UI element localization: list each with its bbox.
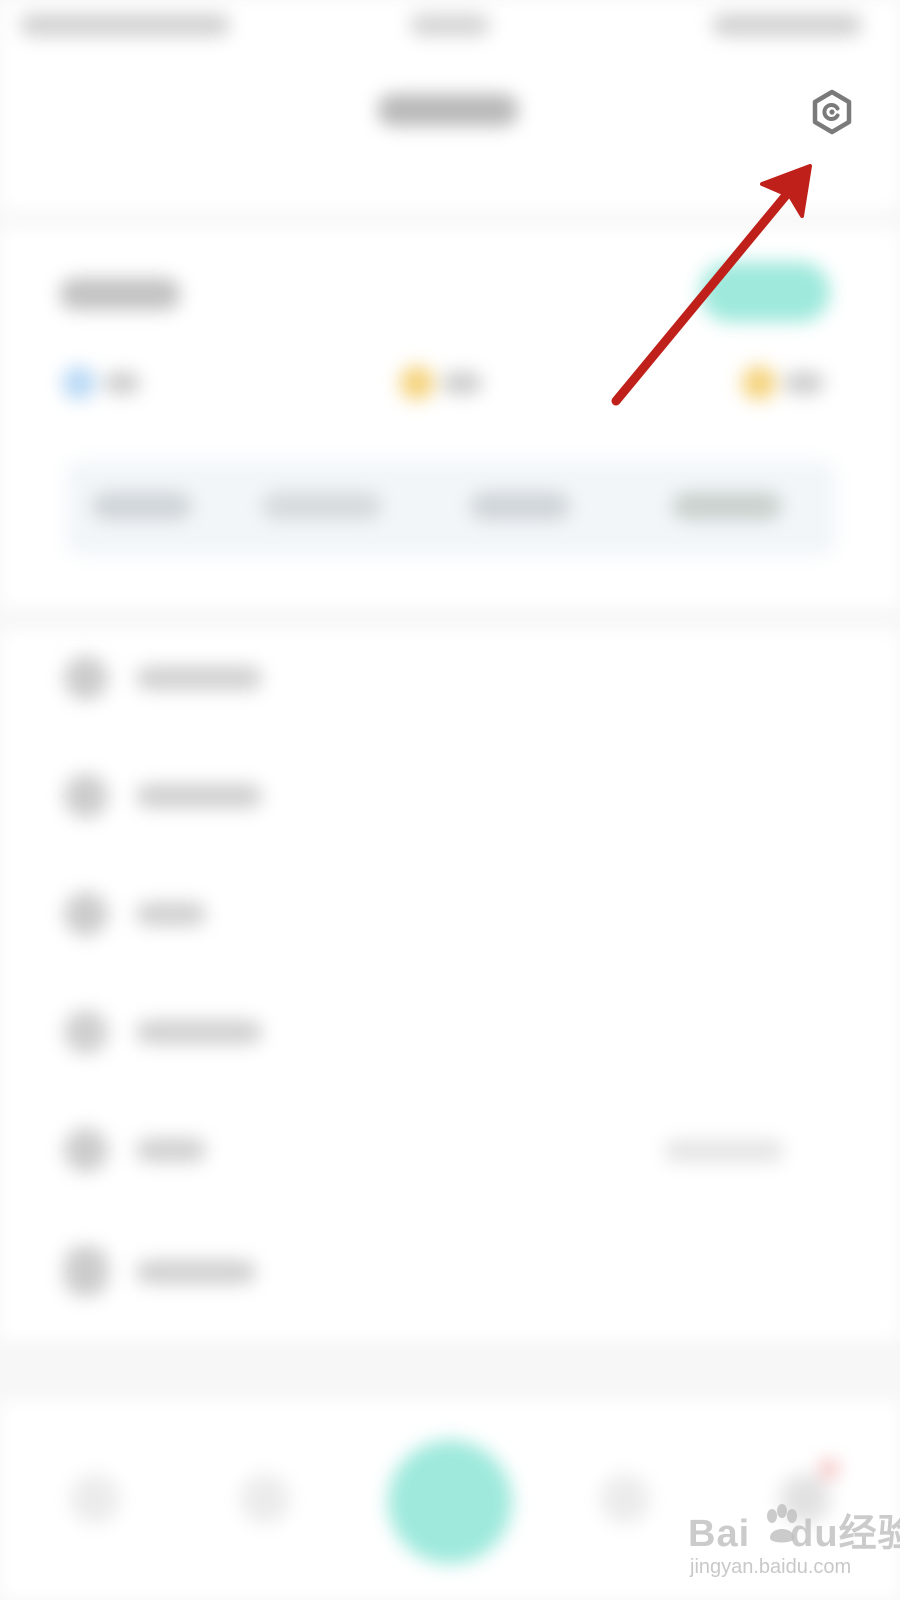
stat-value-3 [784,372,824,394]
tab-center-button[interactable] [388,1440,512,1564]
menu-item-4-label[interactable] [136,1020,262,1044]
settings-hexagon-icon [812,89,852,135]
stat-icon-coin-2 [742,366,776,400]
baidu-paw-icon [767,1504,797,1543]
menu-item-6-icon [64,1246,108,1296]
tab-icon-4[interactable] [600,1474,650,1524]
blurred-app-background [0,0,900,1600]
settings-icon[interactable] [808,88,856,136]
menu-item-3-label[interactable] [136,902,206,926]
watermark-brand-bai: Bai [688,1513,751,1555]
tab-badge-dot [820,1460,838,1478]
menu-item-1-icon [64,656,108,700]
status-bar-right [712,14,862,36]
stat-icon-coin [400,366,434,400]
stat-icon-blue [62,366,96,400]
profile-name [60,278,180,310]
status-bar-left [20,14,230,36]
menu-item-5-icon [64,1128,108,1172]
menu-item-1-label[interactable] [136,666,262,690]
stat-value-2 [442,372,482,394]
quick-action-4[interactable] [672,492,782,520]
header-title [378,94,518,126]
quick-action-3[interactable] [470,492,570,520]
baidu-watermark: Bai du经验 jingyan.baidu.com [688,1502,900,1588]
menu-list-card [0,630,900,1340]
menu-item-5-value [664,1140,784,1162]
menu-item-2-icon [64,774,108,818]
stat-value-1 [104,372,140,394]
menu-item-6-label[interactable] [136,1260,256,1284]
menu-item-2-label[interactable] [136,784,262,808]
menu-item-3-icon [64,892,108,936]
watermark-site: jingyan.baidu.com [690,1556,852,1578]
profile-action-button[interactable] [700,262,830,322]
quick-action-2[interactable] [262,492,382,520]
menu-item-5-label[interactable] [136,1138,206,1162]
menu-item-4-icon [64,1010,108,1054]
status-bar-center [410,14,490,36]
tab-icon-2[interactable] [240,1474,290,1524]
watermark-brand-cn: 经验 [838,1513,900,1555]
tab-icon-1[interactable] [70,1474,120,1524]
quick-action-1[interactable] [92,492,192,520]
